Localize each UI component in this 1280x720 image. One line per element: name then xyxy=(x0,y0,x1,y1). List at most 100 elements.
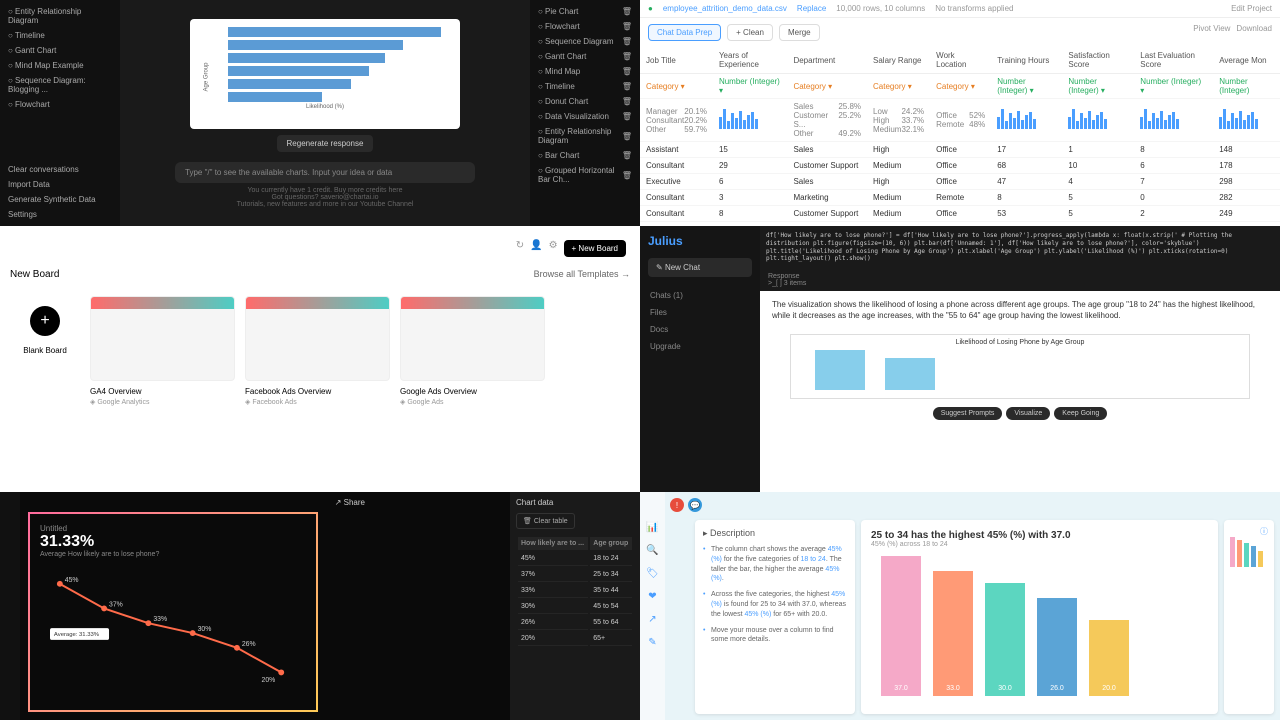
section-title: New Board xyxy=(10,269,59,280)
bar xyxy=(228,66,369,76)
chart-type-item[interactable]: ○ Gantt Chart 🗑 xyxy=(534,49,636,64)
info-icon[interactable]: 💬 xyxy=(688,498,702,512)
table-row[interactable]: Consultant8Customer SupportMediumOffice5… xyxy=(640,206,1280,222)
chart-type-item[interactable]: ○ Timeline 🗑 xyxy=(534,79,636,94)
error-icon[interactable]: ! xyxy=(670,498,684,512)
chart-type-item[interactable]: ○ Flowchart 🗑 xyxy=(534,19,636,34)
table-row[interactable]: 26%55 to 64 xyxy=(518,616,632,630)
bar xyxy=(228,27,441,37)
sidebar-action[interactable]: Settings xyxy=(4,207,100,222)
julius-main: df['How likely are to lose phone?'] = df… xyxy=(760,226,1280,492)
template-card[interactable]: Facebook Ads Overview◈ Facebook Ads xyxy=(245,296,390,406)
new-chat-button[interactable]: ✎ New Chat xyxy=(648,258,752,277)
template-card[interactable]: Google Ads Overview◈ Google Ads xyxy=(400,296,545,406)
column-bar[interactable]: 33.0 xyxy=(933,571,973,696)
new-board-button[interactable]: + New Board xyxy=(564,240,626,257)
sidebar-item[interactable]: ○ Entity Relationship Diagram xyxy=(4,4,116,28)
table-row[interactable]: 37%25 to 34 xyxy=(518,568,632,582)
chartai-panel: ○ Entity Relationship Diagram○ Timeline○… xyxy=(0,0,640,226)
clear-table-button[interactable]: 🗑 Clear table xyxy=(516,513,575,529)
table-row[interactable]: Consultant3MarketingMediumRemote850282 xyxy=(640,190,1280,206)
chart-type-item[interactable]: ○ Donut Chart 🗑 xyxy=(534,94,636,109)
action-button[interactable]: Visualize xyxy=(1006,407,1050,420)
description-text: Move your mouse over a column to find so… xyxy=(703,626,847,646)
bar xyxy=(228,40,403,50)
svg-text:30%: 30% xyxy=(198,626,212,633)
heart-icon[interactable]: ❤ xyxy=(648,591,656,602)
metric-value: 31.33% xyxy=(40,533,306,551)
action-button[interactable]: Suggest Prompts xyxy=(933,407,1003,420)
sidebar-item[interactable]: ○ Timeline xyxy=(4,28,116,43)
tool-rail: 📊 🔍 🏷 ❤ ↗ ✎ xyxy=(640,492,665,720)
column-bar[interactable]: 26.0 xyxy=(1037,598,1077,696)
chart-type-item[interactable]: ○ Mind Map 🗑 xyxy=(534,64,636,79)
table-row[interactable]: Assistant15SalesHighOffice1718148 xyxy=(640,142,1280,158)
nav-item[interactable]: Chats (1) xyxy=(648,287,752,304)
column-header[interactable]: Training Hours xyxy=(991,47,1062,74)
chart-type-item[interactable]: ○ Sequence Diagram 🗑 xyxy=(534,34,636,49)
column-bar[interactable]: 20.0 xyxy=(1089,620,1129,696)
chat-data-prep-button[interactable]: Chat Data Prep xyxy=(648,24,721,41)
response-header: Response>_[ ] 3 items xyxy=(760,269,1280,291)
column-bar[interactable]: 37.0 xyxy=(881,556,921,696)
julius-panel: Julius ✎ New Chat Chats (1)FilesDocsUpgr… xyxy=(640,226,1280,492)
nav-item[interactable]: Files xyxy=(648,304,752,321)
chat-main: Age Group Likelihood (%) Regenerate resp… xyxy=(120,0,530,226)
sidebar-action[interactable]: Clear conversations xyxy=(4,162,100,177)
table-row[interactable]: 30%45 to 54 xyxy=(518,600,632,614)
column-header[interactable]: Salary Range xyxy=(867,47,930,74)
column-header[interactable]: Average Mon xyxy=(1213,47,1280,74)
sidebar-action[interactable]: Import Data xyxy=(4,177,100,192)
chart-title: 25 to 34 has the highest 45% (%) with 37… xyxy=(871,530,1208,541)
download-link[interactable]: Download xyxy=(1236,24,1272,41)
gear-icon[interactable]: ⚙ xyxy=(549,240,558,257)
sidebar-item[interactable]: ○ Sequence Diagram: Blogging ... xyxy=(4,73,116,97)
template-card[interactable]: GA4 Overview◈ Google Analytics xyxy=(90,296,235,406)
pivot-view-link[interactable]: Pivot View xyxy=(1193,24,1230,41)
svg-text:Average: 31.33%: Average: 31.33% xyxy=(54,632,100,638)
column-header[interactable]: Work Location xyxy=(930,47,991,74)
chart-type-item[interactable]: ○ Pie Chart 🗑 xyxy=(534,4,636,19)
sidebar-action[interactable]: Generate Synthetic Data xyxy=(4,192,100,207)
mini-chart-card[interactable]: ⓘ xyxy=(1224,520,1274,714)
chart-type-item[interactable]: ○ Bar Chart 🗑 xyxy=(534,148,636,163)
blank-board-card[interactable]: + Blank Board xyxy=(10,296,80,406)
horizontal-bar-chart: Age Group Likelihood (%) xyxy=(190,19,460,129)
column-bar[interactable]: 30.0 xyxy=(985,583,1025,696)
edit-icon[interactable]: ✎ xyxy=(648,637,656,648)
sidebar-item[interactable]: ○ Flowchart xyxy=(4,97,116,112)
edit-project-link[interactable]: Edit Project xyxy=(1231,4,1272,13)
tag-icon[interactable]: 🏷 xyxy=(646,568,659,579)
column-header[interactable]: Years of Experience xyxy=(713,47,788,74)
table-row[interactable]: Executive6SalesHighOffice4747298 xyxy=(640,174,1280,190)
column-header[interactable]: Last Evaluation Score xyxy=(1134,47,1213,74)
action-button[interactable]: Keep Going xyxy=(1054,407,1107,420)
merge-button[interactable]: Merge xyxy=(779,24,820,41)
table-row[interactable]: 33%35 to 44 xyxy=(518,584,632,598)
chart-type-item[interactable]: ○ Entity Relationship Diagram 🗑 xyxy=(534,124,636,148)
prompt-input[interactable]: Type "/" to see the available charts. In… xyxy=(175,162,475,183)
nav-item[interactable]: Docs xyxy=(648,321,752,338)
browse-templates-link[interactable]: Browse all Templates → xyxy=(534,269,630,280)
nav-item[interactable]: Upgrade xyxy=(648,338,752,355)
file-name: employee_attrition_demo_data.csv xyxy=(663,4,787,13)
replace-link[interactable]: Replace xyxy=(797,4,826,13)
table-row[interactable]: Consultant29Customer SupportMediumOffice… xyxy=(640,158,1280,174)
chart-icon[interactable]: 📊 xyxy=(646,522,658,533)
sidebar-item[interactable]: ○ Gantt Chart xyxy=(4,43,116,58)
refresh-icon[interactable]: ↻ xyxy=(516,240,524,257)
chart-type-item[interactable]: ○ Data Visualization 🗑 xyxy=(534,109,636,124)
share-icon[interactable]: ↗ xyxy=(648,614,656,625)
sidebar-item[interactable]: ○ Mind Map Example xyxy=(4,58,116,73)
clean-button[interactable]: + Clean xyxy=(727,24,773,41)
chart-type-item[interactable]: ○ Grouped Horizontal Bar Ch... 🗑 xyxy=(534,163,636,187)
share-button[interactable]: ↗ Share xyxy=(335,498,365,507)
search-icon[interactable]: 🔍 xyxy=(646,545,658,556)
user-icon[interactable]: 👤 xyxy=(530,240,542,257)
regenerate-button[interactable]: Regenerate response xyxy=(277,135,374,152)
table-row[interactable]: 20%65+ xyxy=(518,632,632,646)
column-header[interactable]: Department xyxy=(787,47,867,74)
column-header[interactable]: Satisfaction Score xyxy=(1062,47,1134,74)
table-row[interactable]: 45%18 to 24 xyxy=(518,552,632,566)
column-header[interactable]: Job Title xyxy=(640,47,713,74)
